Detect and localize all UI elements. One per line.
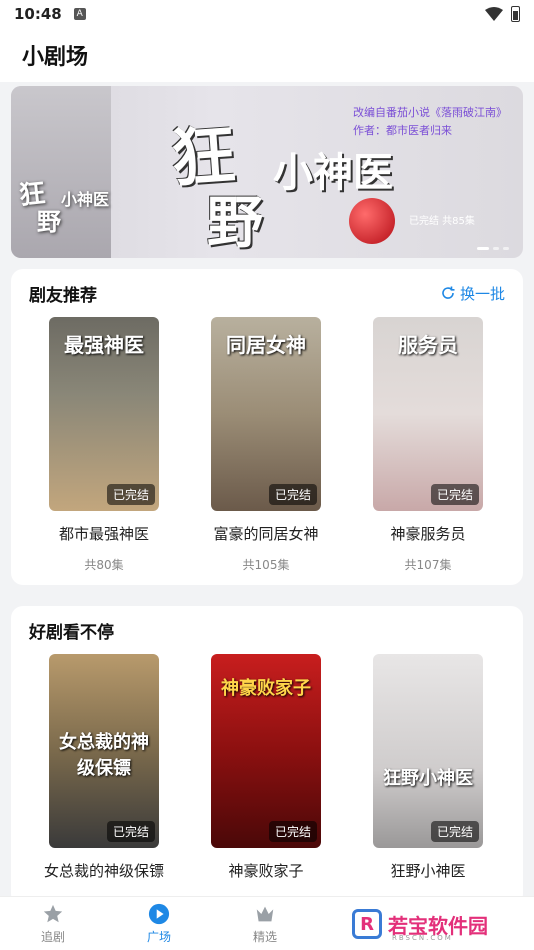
banner-carousel[interactable]: 狂 小神医 野 狂 野 小神医 改编自番茄小说《落雨破江南》 作者：都市医者归来… bbox=[11, 86, 523, 258]
drama-grid: 女总裁的神级保镖 已完结 女总裁的神级保镖 神豪败家子 已完结 神豪败家子 狂野… bbox=[11, 654, 523, 881]
status-right bbox=[485, 6, 520, 22]
drama-poster[interactable]: 女总裁的神级保镖 已完结 bbox=[49, 654, 159, 848]
drama-title: 狂野小神医 bbox=[390, 862, 466, 880]
drama-item[interactable]: 狂野小神医 已完结 狂野小神医 bbox=[373, 654, 483, 881]
crown-icon bbox=[256, 906, 274, 921]
battery-icon bbox=[511, 6, 520, 22]
nav-label: 精选 bbox=[252, 929, 277, 944]
nav-item-square[interactable]: 广场 bbox=[106, 897, 212, 950]
status-badge: 已完结 bbox=[268, 821, 317, 842]
poster-title: 同居女神 bbox=[226, 333, 306, 357]
carousel-dot bbox=[477, 247, 489, 250]
drama-item[interactable]: 服务员 已完结 神豪服务员 共107集 bbox=[373, 317, 483, 573]
status-time: 10:48 bbox=[14, 5, 62, 23]
banner-promo-1: 改编自番茄小说《落雨破江南》 bbox=[353, 106, 507, 119]
section-title: 剧友推荐 bbox=[29, 285, 97, 306]
banner-thumbnail: 狂 小神医 野 bbox=[11, 86, 111, 258]
app-bar: 小剧场 bbox=[0, 28, 534, 82]
banner-status: 已完结 共85集 bbox=[409, 216, 475, 227]
episode-count: 共105集 bbox=[242, 558, 290, 572]
drama-title: 神豪服务员 bbox=[390, 525, 466, 543]
drama-poster[interactable]: 服务员 已完结 bbox=[373, 317, 483, 511]
drama-poster[interactable]: 同居女神 已完结 bbox=[211, 317, 321, 511]
section-header: 好剧看不停 bbox=[11, 606, 523, 654]
poster-title: 女总裁的神级保镖 bbox=[59, 732, 149, 779]
nav-label: 追剧 bbox=[40, 929, 65, 944]
refresh-icon bbox=[442, 286, 455, 299]
banner-thumb-text-3: 野 bbox=[37, 208, 61, 236]
carousel-indicator bbox=[477, 247, 509, 250]
banner-title-2: 野 bbox=[207, 190, 263, 256]
section-header: 剧友推荐 换一批 bbox=[11, 269, 523, 317]
refresh-label: 换一批 bbox=[459, 284, 505, 303]
drama-title: 女总裁的神级保镖 bbox=[44, 862, 165, 880]
drama-item[interactable]: 女总裁的神级保镖 已完结 女总裁的神级保镖 bbox=[44, 654, 164, 881]
nav-item-follow[interactable]: 追剧 bbox=[0, 897, 106, 950]
watermark-logo: R 若宝软件园 RBSCN.COM bbox=[352, 904, 522, 944]
status-badge: 已完结 bbox=[106, 484, 155, 505]
drama-grid: 最强神医 已完结 都市最强神医 共80集 同居女神 已完结 富豪的同居女神 共1… bbox=[11, 317, 523, 573]
status-badge: 已完结 bbox=[106, 821, 155, 842]
section-recommend: 剧友推荐 换一批 最强神医 已完结 都市最强神医 共80集 同居女神 已完结 富… bbox=[11, 269, 523, 585]
drama-title: 神豪败家子 bbox=[228, 862, 304, 880]
watermark-icon: R bbox=[352, 909, 382, 939]
refresh-button[interactable]: 换一批 bbox=[441, 283, 505, 304]
drama-item[interactable]: 神豪败家子 已完结 神豪败家子 bbox=[211, 654, 321, 881]
drama-poster[interactable]: 狂野小神医 已完结 bbox=[373, 654, 483, 848]
play-circle-icon bbox=[148, 903, 170, 924]
apple-heartbeat-graphic bbox=[349, 198, 395, 244]
banner-title-small: 小神医 bbox=[273, 149, 393, 196]
carousel-dot bbox=[493, 247, 499, 250]
poster-title: 神豪败家子 bbox=[221, 678, 311, 699]
nav-item-featured[interactable]: 精选 bbox=[212, 897, 318, 950]
drama-item[interactable]: 最强神医 已完结 都市最强神医 共80集 bbox=[49, 317, 159, 573]
poster-title: 最强神医 bbox=[64, 333, 144, 357]
drama-poster[interactable]: 神豪败家子 已完结 bbox=[211, 654, 321, 848]
drama-title: 都市最强神医 bbox=[58, 525, 149, 543]
star-icon bbox=[43, 904, 63, 922]
episode-count: 共107集 bbox=[404, 558, 452, 572]
carousel-dot bbox=[503, 247, 509, 250]
notification-icon: A bbox=[73, 8, 86, 20]
drama-item[interactable]: 同居女神 已完结 富豪的同居女神 共105集 bbox=[211, 317, 321, 573]
status-badge: 已完结 bbox=[430, 484, 479, 505]
drama-poster[interactable]: 最强神医 已完结 bbox=[49, 317, 159, 511]
banner-thumb-text-2: 小神医 bbox=[61, 190, 110, 209]
section-nonstop: 好剧看不停 女总裁的神级保镖 已完结 女总裁的神级保镖 神豪败家子 已完结 神豪… bbox=[11, 606, 523, 906]
banner-promo-2: 作者：都市医者归来 bbox=[353, 124, 452, 137]
status-badge: 已完结 bbox=[268, 484, 317, 505]
poster-title: 狂野小神医 bbox=[383, 768, 473, 789]
wifi-icon bbox=[485, 7, 503, 21]
nav-label: 广场 bbox=[146, 929, 171, 944]
page-title: 小剧场 bbox=[22, 45, 89, 70]
section-title: 好剧看不停 bbox=[29, 622, 114, 643]
status-bar: 10:48 A bbox=[0, 0, 534, 28]
watermark-subtext: RBSCN.COM bbox=[392, 934, 453, 942]
episode-count: 共80集 bbox=[84, 558, 124, 572]
drama-title: 富豪的同居女神 bbox=[213, 525, 319, 543]
status-badge: 已完结 bbox=[430, 821, 479, 842]
poster-title: 服务员 bbox=[398, 333, 458, 357]
